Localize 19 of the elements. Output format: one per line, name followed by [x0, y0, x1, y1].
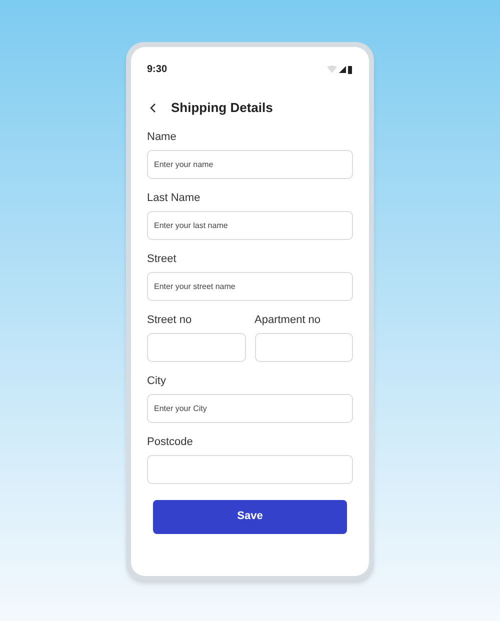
input-field[interactable]	[147, 454, 353, 484]
field-label: Street no	[147, 312, 193, 328]
field-label: Street	[147, 252, 178, 266]
input-field[interactable]	[147, 332, 246, 362]
input-field[interactable]	[254, 332, 353, 362]
page-title: Shipping Details	[171, 99, 273, 117]
input-field[interactable]: Enter your last name	[147, 210, 353, 240]
status-icons	[327, 65, 353, 74]
save-button[interactable]: Save	[153, 500, 347, 534]
input-field[interactable]: Enter your City	[147, 394, 353, 422]
input-field[interactable]: Enter your name	[147, 150, 353, 178]
field-label: City	[147, 374, 167, 388]
back-icon	[149, 102, 157, 113]
status-time: 9:30	[147, 63, 168, 77]
field-label: Postcode	[147, 434, 194, 450]
field-label: Name	[147, 130, 178, 144]
field-label: Apartment no	[254, 312, 322, 328]
field-label: Last Name	[147, 190, 202, 206]
input-field[interactable]: Enter your street name	[147, 272, 353, 300]
